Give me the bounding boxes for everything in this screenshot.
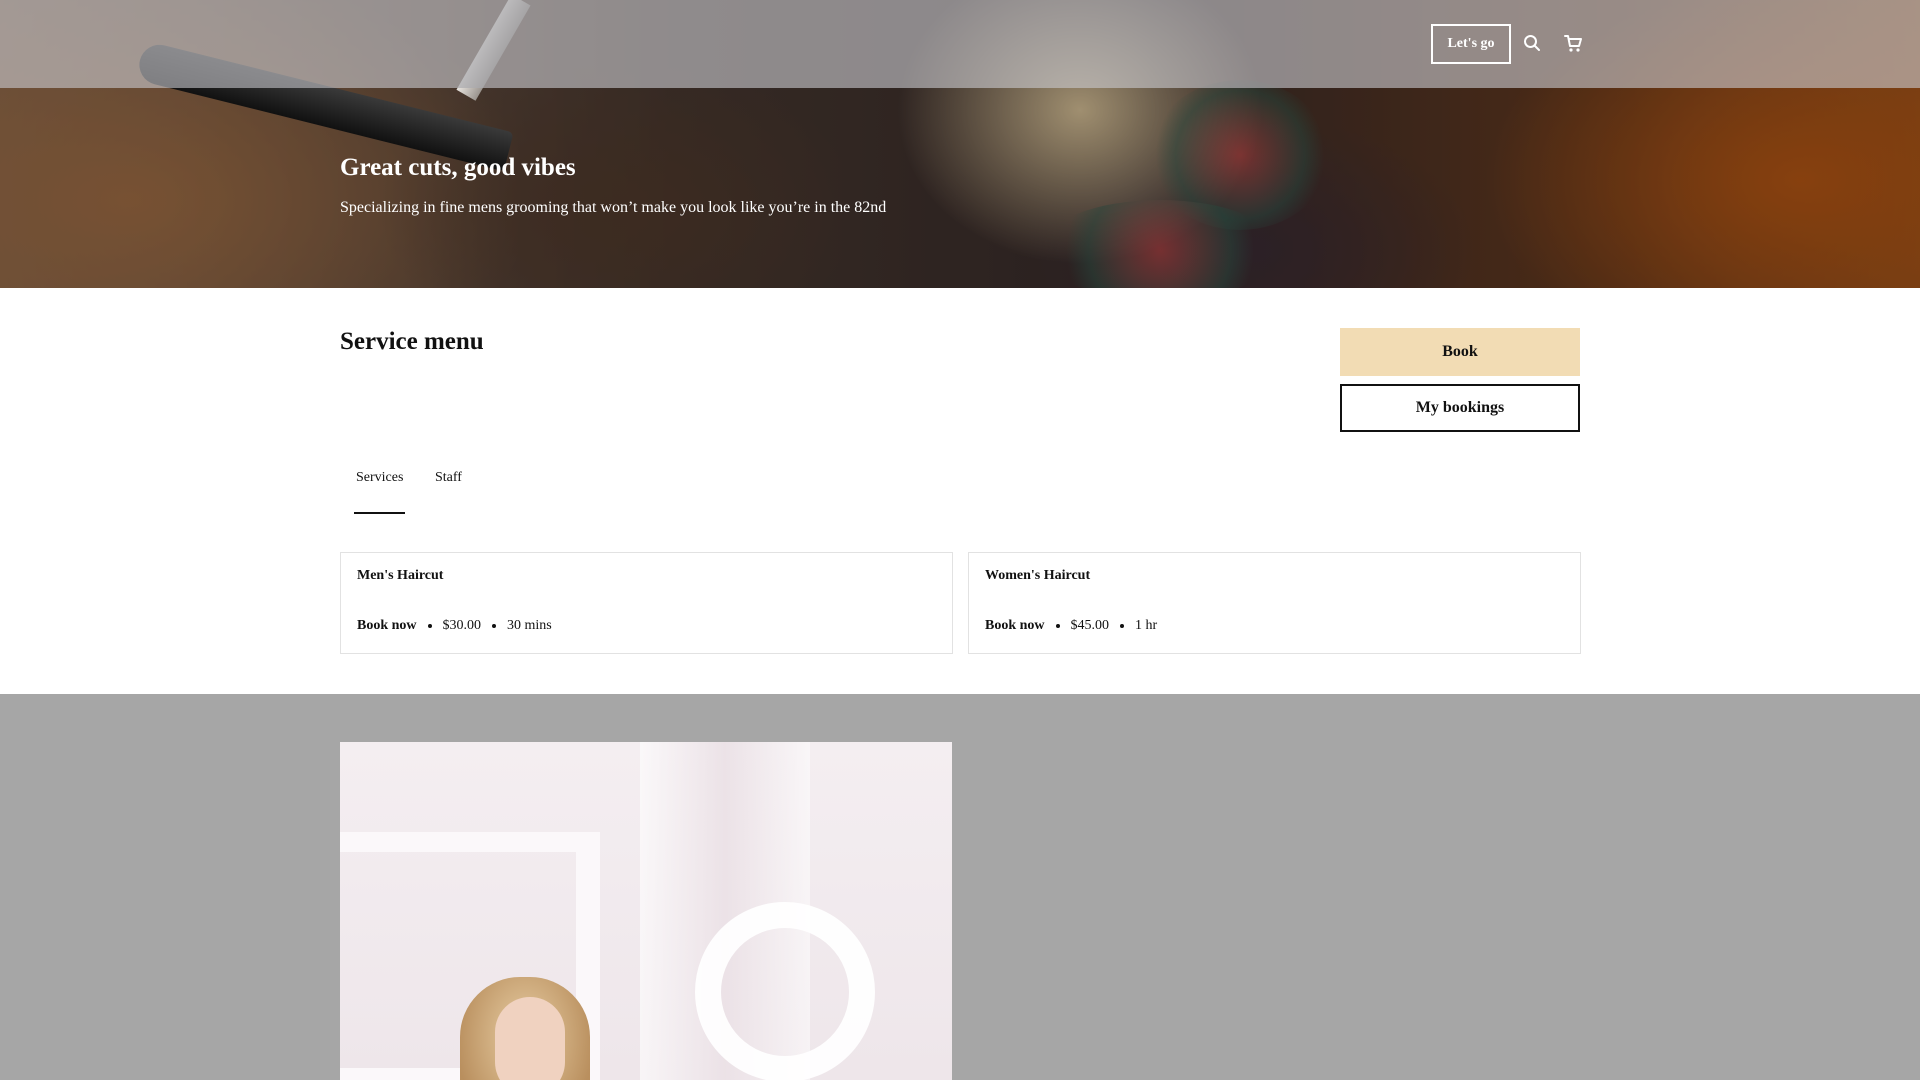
service-meta: Book now $30.00 30 mins [357,618,552,634]
salon-photo [340,742,952,1080]
service-name: Men's Haircut [357,568,444,583]
book-now-link[interactable]: Book now [985,618,1045,634]
service-name: Women's Haircut [985,568,1091,583]
my-bookings-button[interactable]: My bookings [1340,384,1580,432]
search-icon[interactable] [1520,30,1544,56]
top-navigation-bar: Let's go [0,0,1920,88]
book-button[interactable]: Book [1340,328,1580,376]
cart-icon[interactable] [1561,30,1585,56]
service-menu-title: Service menu [340,328,484,355]
tab-staff[interactable]: Staff [435,470,462,490]
service-price: $45.00 [1070,618,1110,633]
separator-dot [1120,624,1125,628]
service-card[interactable]: Women's Haircut Book now $45.00 1 hr [968,552,1581,654]
service-tabs: Services Staff [340,470,540,514]
active-tab-indicator [354,512,405,514]
hero-subtitle: Specializing in fine mens grooming that … [340,199,887,216]
hero-banner: Let's go Great cuts, good vibes Speciali… [0,0,1920,288]
book-now-link[interactable]: Book now [357,618,417,634]
service-duration: 1 hr [1135,618,1158,633]
service-meta: Book now $45.00 1 hr [985,618,1157,634]
separator-dot [427,624,432,628]
service-card[interactable]: Men's Haircut Book now $30.00 30 mins [340,552,953,654]
separator-dot [492,624,497,628]
hero-photo-overlay [0,88,1920,288]
lets-go-button[interactable]: Let's go [1431,24,1511,64]
stylist-face-image [495,997,565,1080]
hero-title: Great cuts, good vibes [340,154,576,181]
service-duration: 30 mins [507,618,552,633]
ring-light-image [695,902,875,1080]
service-price: $30.00 [442,618,482,633]
gallery-section [0,694,1920,1080]
tab-services[interactable]: Services [356,470,403,490]
service-menu-section: Service menu Book My bookings Services S… [0,288,1920,694]
separator-dot [1055,624,1060,628]
